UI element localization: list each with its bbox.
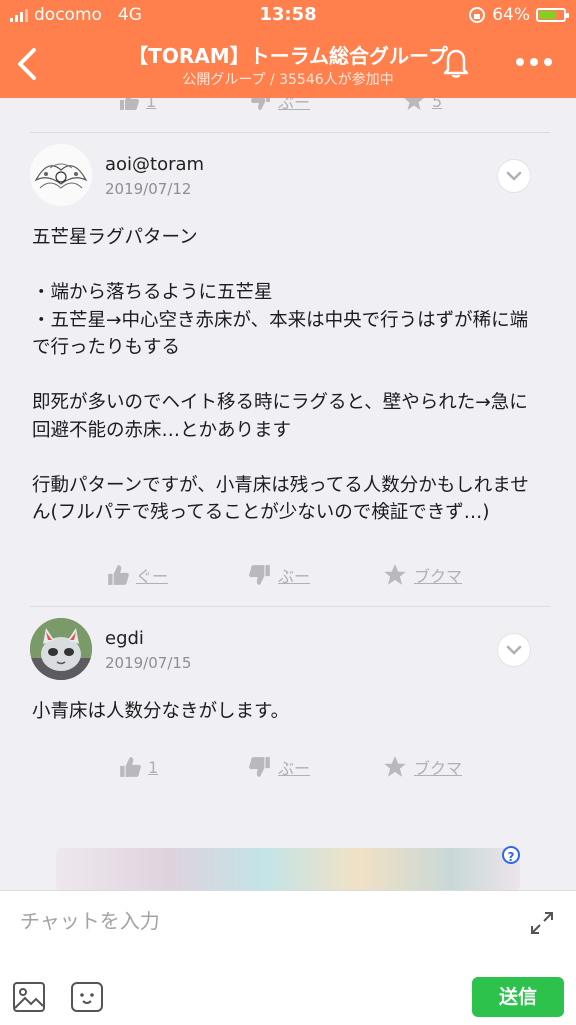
good-button[interactable]: ぐー bbox=[106, 560, 168, 590]
post-action-row: ぐー ぶー ブクマ bbox=[0, 560, 576, 590]
group-title: 【TORAM】トーラム総合グループ bbox=[128, 44, 448, 68]
ornament-avatar-icon bbox=[30, 144, 92, 206]
group-subtitle: 公開グループ / 35546人が参加中 bbox=[182, 72, 394, 88]
thumbs-up-icon bbox=[120, 757, 141, 777]
boo-label: ぶー bbox=[278, 759, 311, 778]
top-boo-button[interactable]: ぶー bbox=[250, 98, 310, 116]
thumbs-down-icon bbox=[251, 98, 270, 110]
good-button[interactable]: 1 bbox=[118, 752, 158, 782]
star-icon bbox=[384, 564, 406, 585]
chevron-down-icon bbox=[506, 645, 522, 655]
post-body: 五芒星ラグパターン ・端から落ちるように五芒星 ・五芒星→中心空き赤床が、本来は… bbox=[32, 227, 529, 523]
star-icon bbox=[404, 98, 424, 110]
thumbs-up-icon bbox=[108, 565, 129, 585]
image-icon[interactable] bbox=[12, 981, 46, 1013]
top-action-row: 1 ぶー 5 bbox=[0, 98, 576, 116]
top-good-button[interactable]: 1 bbox=[118, 98, 156, 116]
more-menu-icon[interactable] bbox=[516, 52, 556, 72]
thumbs-down-icon bbox=[249, 565, 270, 585]
post-date: 2019/07/15 bbox=[105, 654, 192, 672]
sticker-icon[interactable] bbox=[70, 981, 104, 1013]
post-menu-button[interactable] bbox=[498, 634, 530, 666]
post-action-row: 1 ぶー ブクマ bbox=[0, 752, 576, 782]
thumbs-down-icon bbox=[249, 757, 270, 777]
bookmark-button[interactable]: ブクマ bbox=[382, 560, 462, 590]
boo-label: ぶー bbox=[278, 567, 311, 586]
star-icon bbox=[384, 756, 406, 777]
send-button[interactable]: 送信 bbox=[472, 977, 564, 1017]
top-good-count: 1 bbox=[146, 98, 157, 111]
rotation-lock-icon bbox=[469, 7, 486, 23]
post-feed[interactable]: 1 ぶー 5 aoi@toram 2019/07/12 五芒星ラグパターン ・端… bbox=[0, 98, 576, 890]
post-date: 2019/07/12 bbox=[105, 180, 192, 198]
chevron-down-icon bbox=[506, 171, 522, 181]
chat-input[interactable]: チャットを入力 bbox=[20, 905, 160, 934]
good-label: ぐー bbox=[136, 567, 169, 586]
divider bbox=[30, 606, 550, 607]
ad-info-icon[interactable]: ? bbox=[502, 846, 520, 864]
post-menu-button[interactable] bbox=[498, 160, 530, 192]
back-icon[interactable] bbox=[12, 44, 42, 84]
top-boo-label: ぶー bbox=[278, 98, 311, 112]
bookmark-label: ブクマ bbox=[414, 759, 463, 778]
top-bookmark-count: 5 bbox=[432, 98, 443, 111]
chat-bar: チャットを入力 送信 bbox=[0, 890, 576, 1025]
post-author[interactable]: egdi bbox=[105, 628, 144, 649]
good-count: 1 bbox=[148, 757, 159, 777]
boo-button[interactable]: ぶー bbox=[248, 752, 310, 782]
post-body: 小青床は人数分なきがします。 bbox=[32, 701, 290, 722]
top-bookmark-button[interactable]: 5 bbox=[402, 98, 442, 116]
cat-mask-avatar-icon bbox=[30, 618, 92, 680]
battery-percent: 64% bbox=[492, 5, 530, 25]
thumbs-up-icon bbox=[120, 98, 139, 110]
status-right: 64% bbox=[468, 5, 569, 25]
status-bar: docomo 4G 13:58 64% bbox=[0, 0, 576, 32]
battery-icon bbox=[536, 8, 569, 22]
boo-button[interactable]: ぶー bbox=[248, 560, 310, 590]
bell-icon[interactable] bbox=[438, 44, 474, 80]
avatar[interactable] bbox=[30, 618, 92, 680]
avatar[interactable] bbox=[30, 144, 92, 206]
bookmark-button[interactable]: ブクマ bbox=[382, 752, 462, 782]
bookmark-label: ブクマ bbox=[414, 567, 463, 586]
ad-banner[interactable] bbox=[56, 848, 520, 890]
divider bbox=[30, 132, 550, 133]
post-author[interactable]: aoi@toram bbox=[105, 154, 204, 175]
nav-bar: 【TORAM】トーラム総合グループ 公開グループ / 35546人が参加中 bbox=[0, 32, 576, 98]
expand-icon[interactable] bbox=[528, 909, 556, 937]
